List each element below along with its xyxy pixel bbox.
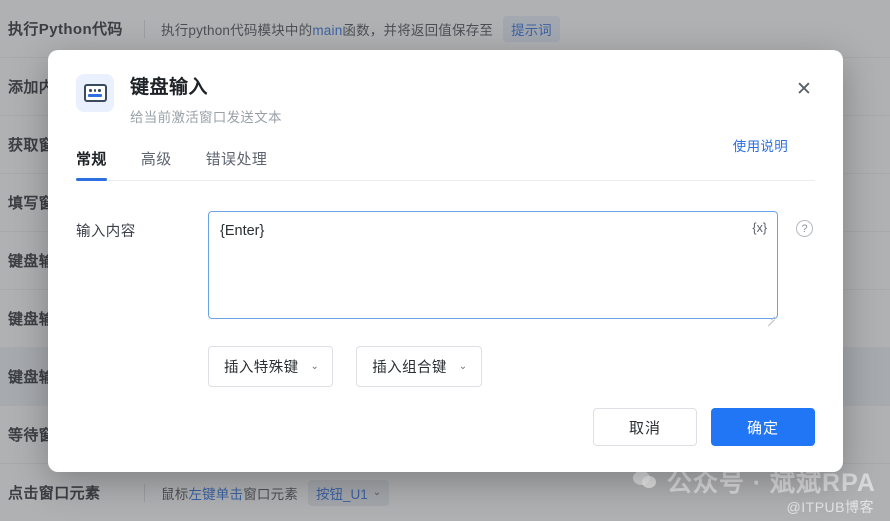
close-icon[interactable]: ✕ <box>791 76 817 102</box>
dialog-title-row: 键盘输入 给当前激活窗口发送文本 <box>76 72 815 126</box>
cancel-button[interactable]: 取消 <box>593 408 697 446</box>
help-icon[interactable]: ? <box>796 220 813 237</box>
keyboard-icon <box>76 74 114 112</box>
tab-advanced[interactable]: 高级 <box>141 148 172 180</box>
dialog-title: 键盘输入 <box>130 77 209 98</box>
keyboard-bar <box>88 93 102 97</box>
tab-error-handling[interactable]: 错误处理 <box>206 148 268 180</box>
variable-icon[interactable]: {x} <box>752 221 767 235</box>
screen: 执行Python代码 执行python代码模块中的main函数，并将返回值保存至… <box>0 0 890 521</box>
dialog-subtitle: 给当前激活窗口发送文本 <box>130 110 282 125</box>
tab-general[interactable]: 常规 <box>76 148 107 181</box>
input-content-wrap: {x} <box>208 211 778 324</box>
dialog-body: 输入内容 {x} ? 插入特殊键 ⌄ 插入组合键 ⌄ <box>48 181 843 387</box>
dialog-footer: 取消 确定 <box>593 408 815 446</box>
insert-combo-key-button[interactable]: 插入组合键 ⌄ <box>356 346 482 387</box>
dialog-titles: 键盘输入 给当前激活窗口发送文本 <box>130 72 282 126</box>
input-content-textarea[interactable] <box>208 211 778 319</box>
insert-key-buttons: 插入特殊键 ⌄ 插入组合键 ⌄ <box>208 346 815 387</box>
keyboard-input-dialog: 键盘输入 给当前激活窗口发送文本 使用说明 ✕ 常规 高级 错误处理 输入内容 … <box>48 50 843 472</box>
insert-special-key-button[interactable]: 插入特殊键 ⌄ <box>208 346 334 387</box>
input-content-field: 输入内容 {x} ? <box>76 211 815 324</box>
input-content-label: 输入内容 <box>76 224 136 240</box>
keyboard-dots <box>89 89 101 92</box>
confirm-button[interactable]: 确定 <box>711 408 815 446</box>
dialog-tabs: 常规 高级 错误处理 <box>76 148 815 181</box>
chevron-down-icon: ⌄ <box>458 361 468 372</box>
insert-combo-key-label: 插入组合键 <box>372 360 447 376</box>
insert-special-key-label: 插入特殊键 <box>224 360 299 376</box>
dialog-header: 键盘输入 给当前激活窗口发送文本 使用说明 ✕ <box>48 50 843 154</box>
chevron-down-icon: ⌄ <box>310 361 320 372</box>
keyboard-glyph <box>83 84 107 102</box>
